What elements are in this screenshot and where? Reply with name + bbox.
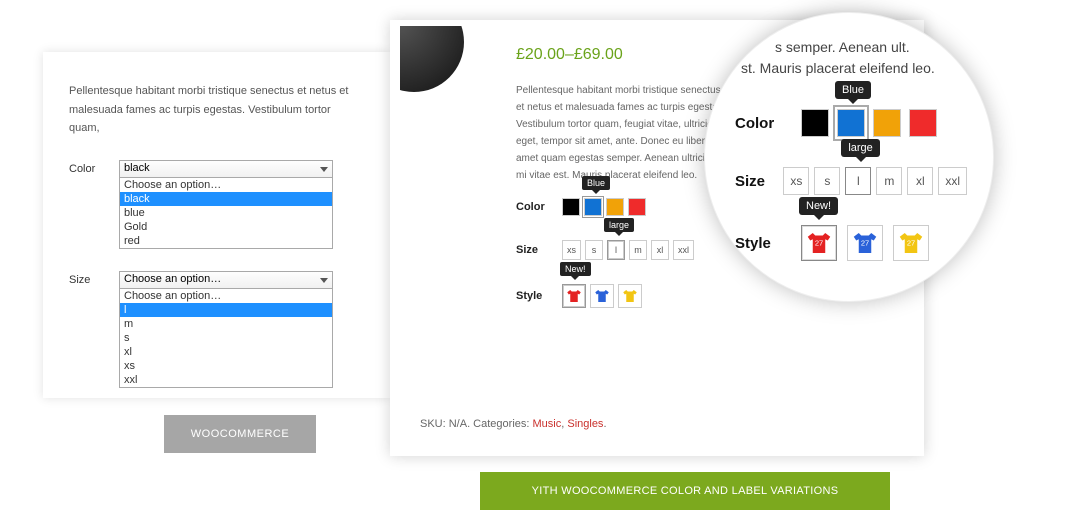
size-option[interactable]: xs xyxy=(562,240,581,260)
color-swatch[interactable] xyxy=(606,198,624,216)
mag-desc-line: s semper. Aenean ult. xyxy=(735,37,967,58)
color-swatch[interactable] xyxy=(801,109,829,137)
mag-size-swatches: large xs s l m xl xxl xyxy=(783,167,967,195)
size-option[interactable]: xs xyxy=(783,167,809,195)
style-label: Style xyxy=(516,290,550,302)
svg-text:27: 27 xyxy=(815,239,823,248)
mag-size-label: Size xyxy=(735,173,767,190)
category-link[interactable]: Singles xyxy=(567,418,603,430)
svg-text:27: 27 xyxy=(861,239,869,248)
size-option[interactable]: xl xyxy=(651,240,669,260)
size-swatches: large xs s l m xl xxl xyxy=(562,240,694,260)
color-swatch[interactable] xyxy=(873,109,901,137)
sku-categories: SKU: N/A. Categories: Music, Singles. xyxy=(420,418,607,430)
style-option[interactable] xyxy=(590,284,614,308)
color-swatch-active[interactable] xyxy=(837,109,865,137)
size-option[interactable]: m xyxy=(876,167,902,195)
size-option[interactable]: s xyxy=(120,331,332,345)
size-option[interactable]: xxl xyxy=(120,373,332,387)
size-option[interactable]: Choose an option… xyxy=(120,289,332,303)
color-swatch[interactable] xyxy=(628,198,646,216)
color-row: Color Blue xyxy=(516,198,726,216)
style-option[interactable]: 27 xyxy=(893,225,929,261)
style-row: Style New! xyxy=(516,284,726,308)
size-option[interactable]: xxl xyxy=(938,167,967,195)
mag-style-row: Style New! 27 27 27 xyxy=(735,225,967,261)
color-swatch[interactable] xyxy=(909,109,937,137)
size-option[interactable]: xl xyxy=(120,345,332,359)
size-option-active[interactable]: l xyxy=(845,167,871,195)
mag-desc-line: st. Mauris placerat eleifend leo. xyxy=(735,58,967,79)
size-option[interactable]: xl xyxy=(907,167,933,195)
color-swatch[interactable] xyxy=(562,198,580,216)
mag-size-row: Size large xs s l m xl xxl xyxy=(735,167,967,195)
tooltip: Blue xyxy=(582,176,610,190)
color-option[interactable]: Choose an option… xyxy=(120,178,332,192)
color-select[interactable]: black Choose an option… black blue Gold … xyxy=(119,160,333,249)
size-option[interactable]: s xyxy=(585,240,603,260)
size-options-list: Choose an option… l m s xl xs xxl xyxy=(119,289,333,388)
size-option[interactable]: s xyxy=(814,167,840,195)
mag-style-swatches: New! 27 27 27 xyxy=(801,225,929,261)
tooltip: New! xyxy=(560,262,591,276)
style-option-active[interactable]: 27 xyxy=(801,225,837,261)
color-option[interactable]: Gold xyxy=(120,220,332,234)
tooltip: New! xyxy=(799,197,838,215)
mag-color-swatches: Blue xyxy=(801,109,937,137)
magnifier-circle: s semper. Aenean ult. st. Mauris placera… xyxy=(704,12,994,302)
size-option[interactable]: m xyxy=(120,317,332,331)
color-option-selected[interactable]: black xyxy=(120,192,332,206)
style-option[interactable]: 27 xyxy=(847,225,883,261)
size-label: Size xyxy=(516,244,550,256)
color-label: Color xyxy=(69,160,105,175)
color-options-list: Choose an option… black blue Gold red xyxy=(119,178,333,249)
style-swatches: New! xyxy=(562,284,642,308)
yith-badge: YITH WOOCOMMERCE COLOR AND LABEL VARIATI… xyxy=(480,472,890,510)
size-select-value[interactable]: Choose an option… xyxy=(119,271,333,289)
mag-color-label: Color xyxy=(735,115,785,132)
tooltip: large xyxy=(841,139,879,157)
woocommerce-badge: WOOCOMMERCE xyxy=(164,415,316,453)
size-option[interactable]: xs xyxy=(120,359,332,373)
color-select-value[interactable]: black xyxy=(119,160,333,178)
size-option[interactable]: xxl xyxy=(673,240,694,260)
size-label: Size xyxy=(69,271,105,286)
tooltip: large xyxy=(604,218,634,232)
product-description: Pellentesque habitant morbi tristique se… xyxy=(69,82,364,138)
color-row: Color black Choose an option… black blue… xyxy=(69,160,364,249)
category-link[interactable]: Music xyxy=(533,418,562,430)
mag-style-label: Style xyxy=(735,235,785,252)
style-option[interactable] xyxy=(618,284,642,308)
woocommerce-default-card: Pellentesque habitant morbi tristique se… xyxy=(43,52,390,398)
size-row: Size Choose an option… Choose an option…… xyxy=(69,271,364,388)
color-option[interactable]: blue xyxy=(120,206,332,220)
product-description: Pellentesque habitant morbi tristique se… xyxy=(516,82,726,184)
product-image xyxy=(400,26,472,100)
size-option-selected[interactable]: l xyxy=(120,303,332,317)
color-option[interactable]: red xyxy=(120,234,332,248)
size-option[interactable]: m xyxy=(629,240,647,260)
product-price: £20.00–£69.00 xyxy=(516,46,726,64)
color-label: Color xyxy=(516,201,550,213)
tooltip: Blue xyxy=(835,81,871,99)
size-select[interactable]: Choose an option… Choose an option… l m … xyxy=(119,271,333,388)
size-row: Size large xs s l m xl xxl xyxy=(516,240,726,260)
mag-color-row: Color Blue xyxy=(735,109,967,137)
svg-text:27: 27 xyxy=(907,239,915,248)
color-swatches: Blue xyxy=(562,198,646,216)
size-option-active[interactable]: l xyxy=(607,240,625,260)
color-swatch-active[interactable] xyxy=(584,198,602,216)
style-option-active[interactable] xyxy=(562,284,586,308)
